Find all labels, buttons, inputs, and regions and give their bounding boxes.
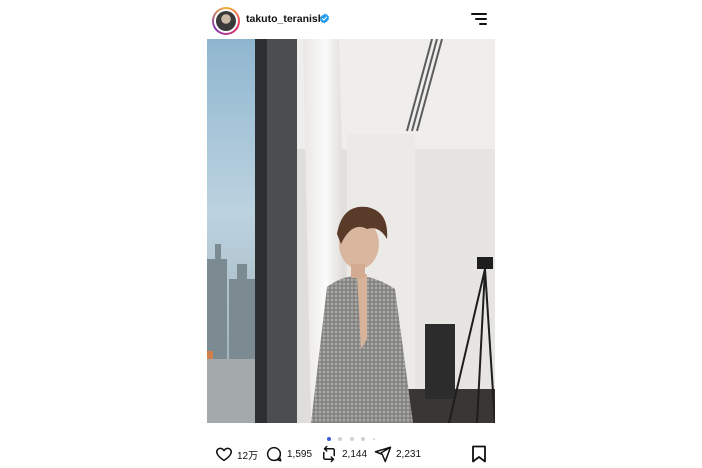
share-button[interactable]: 2,231 bbox=[374, 444, 421, 464]
comment-icon bbox=[266, 446, 282, 462]
carousel-dot[interactable] bbox=[326, 436, 331, 441]
like-count: 12万 bbox=[237, 450, 259, 462]
avatar-image bbox=[216, 11, 236, 31]
repost-count: 2,144 bbox=[342, 448, 368, 460]
comment-button[interactable]: 1,595 bbox=[265, 444, 312, 464]
repost-icon bbox=[323, 445, 335, 463]
repost-button[interactable]: 2,144 bbox=[320, 444, 367, 464]
carousel-dot[interactable] bbox=[361, 436, 366, 441]
verified-badge-icon bbox=[319, 13, 330, 24]
post-card: takuto_teranishi 12万 1,595 2,144 2,231 bbox=[207, 0, 495, 468]
share-count: 2,231 bbox=[396, 448, 422, 460]
action-bar: 12万 1,595 2,144 2,231 bbox=[207, 442, 495, 466]
send-icon bbox=[374, 446, 392, 463]
carousel-dot[interactable] bbox=[338, 436, 343, 441]
post-header: takuto_teranishi bbox=[207, 4, 495, 36]
bookmark-icon[interactable] bbox=[471, 445, 487, 463]
like-button[interactable]: 12万 bbox=[215, 444, 258, 464]
carousel-dot[interactable] bbox=[372, 437, 376, 441]
menu-icon[interactable] bbox=[469, 12, 487, 26]
username[interactable]: takuto_teranishi bbox=[246, 13, 327, 25]
heart-icon bbox=[216, 447, 232, 462]
carousel-dot[interactable] bbox=[349, 436, 354, 441]
carousel-indicator[interactable] bbox=[207, 430, 495, 441]
comment-count: 1,595 bbox=[287, 448, 313, 460]
photo-image bbox=[207, 39, 495, 423]
avatar-frame bbox=[214, 9, 238, 33]
post-photo[interactable] bbox=[207, 39, 495, 423]
avatar[interactable] bbox=[212, 7, 240, 35]
